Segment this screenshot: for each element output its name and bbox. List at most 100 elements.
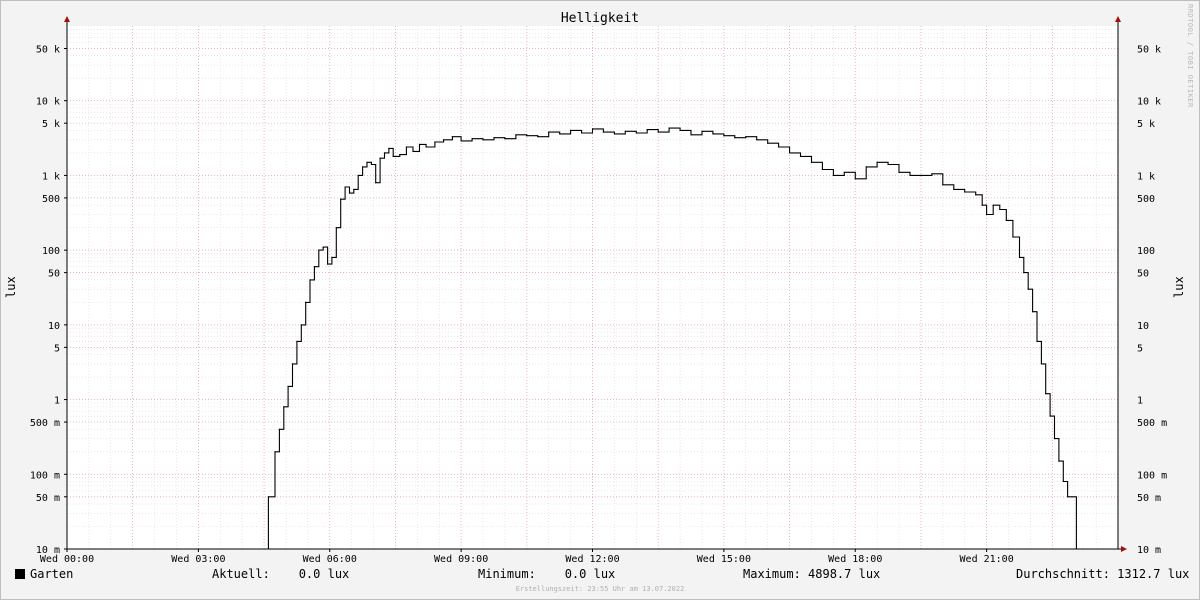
data-point bbox=[821, 168, 824, 171]
data-point bbox=[668, 127, 670, 129]
data-point bbox=[1027, 288, 1029, 290]
y-tick-label-right: 100 m bbox=[1137, 470, 1167, 481]
y-tick-label-right: 500 bbox=[1137, 194, 1155, 205]
data-point bbox=[613, 133, 616, 135]
y-tick-label-right: 10 bbox=[1137, 321, 1149, 332]
data-point bbox=[767, 142, 769, 144]
data-point bbox=[318, 249, 320, 251]
x-tick-label: Wed 18:00 bbox=[828, 554, 882, 565]
data-point bbox=[379, 157, 381, 159]
data-point bbox=[745, 136, 747, 138]
data-point bbox=[1032, 311, 1034, 313]
y-tick-label-right: 50 bbox=[1137, 269, 1149, 280]
data-point bbox=[1018, 256, 1021, 258]
x-tick-label: Wed 09:00 bbox=[434, 554, 488, 565]
y-tick-label-right: 1 bbox=[1137, 396, 1143, 407]
data-point bbox=[287, 385, 289, 387]
data-point bbox=[493, 137, 495, 139]
data-point bbox=[591, 128, 594, 130]
y-tick-label-left: 500 bbox=[42, 194, 60, 205]
data-point bbox=[559, 133, 561, 135]
data-point bbox=[1058, 460, 1060, 462]
data-point bbox=[291, 363, 294, 365]
data-point bbox=[942, 184, 944, 186]
data-point bbox=[392, 155, 394, 157]
y-tick-label-left: 500 m bbox=[30, 418, 60, 429]
y-tick-label-left: 100 m bbox=[30, 470, 60, 481]
data-point bbox=[313, 266, 315, 268]
data-point bbox=[865, 166, 867, 168]
data-point bbox=[451, 136, 453, 138]
data-point bbox=[309, 279, 311, 281]
minimum-label: Minimum: bbox=[478, 567, 536, 581]
y-tick-label-left: 50 bbox=[48, 269, 60, 280]
data-point bbox=[975, 194, 977, 196]
data-point bbox=[399, 154, 401, 156]
data-point bbox=[375, 182, 377, 184]
data-point bbox=[981, 204, 983, 206]
data-point bbox=[344, 186, 346, 188]
data-point bbox=[734, 137, 736, 139]
y-tick-label-right: 10 k bbox=[1137, 97, 1161, 108]
data-point bbox=[1005, 219, 1007, 221]
data-point bbox=[624, 130, 626, 132]
y-tick-label-left: 50 m bbox=[36, 493, 60, 504]
y-axis-label-left: lux bbox=[4, 276, 18, 298]
data-point bbox=[876, 161, 878, 163]
data-point bbox=[504, 138, 506, 140]
average-value: 1312.7 lux bbox=[1117, 567, 1190, 581]
data-point bbox=[267, 496, 269, 498]
data-point bbox=[327, 263, 329, 265]
y-tick-label-right: 5 bbox=[1137, 343, 1143, 354]
data-point bbox=[482, 139, 484, 141]
data-point bbox=[646, 129, 648, 131]
legend-series: Garten bbox=[15, 567, 73, 583]
data-point bbox=[602, 131, 605, 133]
y-tick-label-left: 5 k bbox=[42, 119, 60, 130]
data-point bbox=[357, 174, 359, 176]
data-point bbox=[412, 150, 414, 152]
data-point bbox=[1036, 340, 1038, 342]
data-point bbox=[1045, 393, 1047, 395]
data-point bbox=[278, 428, 280, 430]
data-point bbox=[471, 138, 473, 140]
y-tick-label-right: 50 m bbox=[1137, 493, 1161, 504]
data-point bbox=[1062, 480, 1064, 483]
y-tick-label-right: 5 k bbox=[1137, 119, 1155, 130]
data-point bbox=[460, 140, 462, 142]
y-tick-label-left: 100 bbox=[42, 246, 60, 257]
creation-timestamp: Erstellungszeit: 23:55 Uhr am 13.07.2022 bbox=[515, 585, 685, 593]
data-point bbox=[340, 198, 342, 200]
data-point bbox=[701, 130, 703, 132]
data-point bbox=[526, 135, 528, 137]
data-point bbox=[778, 146, 780, 148]
data-point bbox=[335, 227, 337, 229]
data-point bbox=[898, 171, 900, 173]
data-point bbox=[854, 178, 856, 180]
data-point bbox=[657, 131, 659, 133]
data-point bbox=[1040, 363, 1042, 365]
data-point bbox=[799, 155, 802, 157]
y-tick-label-right: 500 m bbox=[1137, 418, 1167, 429]
data-point bbox=[443, 139, 445, 141]
average-label: Durchschnitt: bbox=[1016, 567, 1110, 581]
data-point bbox=[537, 136, 539, 138]
data-point bbox=[1082, 548, 1084, 550]
data-point bbox=[843, 171, 845, 173]
data-point bbox=[548, 131, 550, 133]
data-point bbox=[679, 129, 681, 131]
data-point bbox=[300, 324, 302, 326]
y-tick-label-left: 50 k bbox=[36, 44, 60, 55]
y-tick-label-left: 10 k bbox=[36, 97, 60, 108]
data-point bbox=[362, 166, 364, 168]
data-point bbox=[296, 340, 298, 342]
data-point bbox=[1049, 415, 1051, 417]
data-point bbox=[66, 548, 68, 550]
y-tick-label-right: 100 bbox=[1137, 246, 1155, 257]
y-axis-arrow-right bbox=[1115, 16, 1121, 22]
y-tick-label-right: 50 k bbox=[1137, 44, 1161, 55]
data-point bbox=[434, 141, 436, 143]
y-tick-label-left: 5 bbox=[54, 343, 60, 354]
data-point bbox=[920, 174, 922, 176]
data-point bbox=[305, 301, 307, 303]
